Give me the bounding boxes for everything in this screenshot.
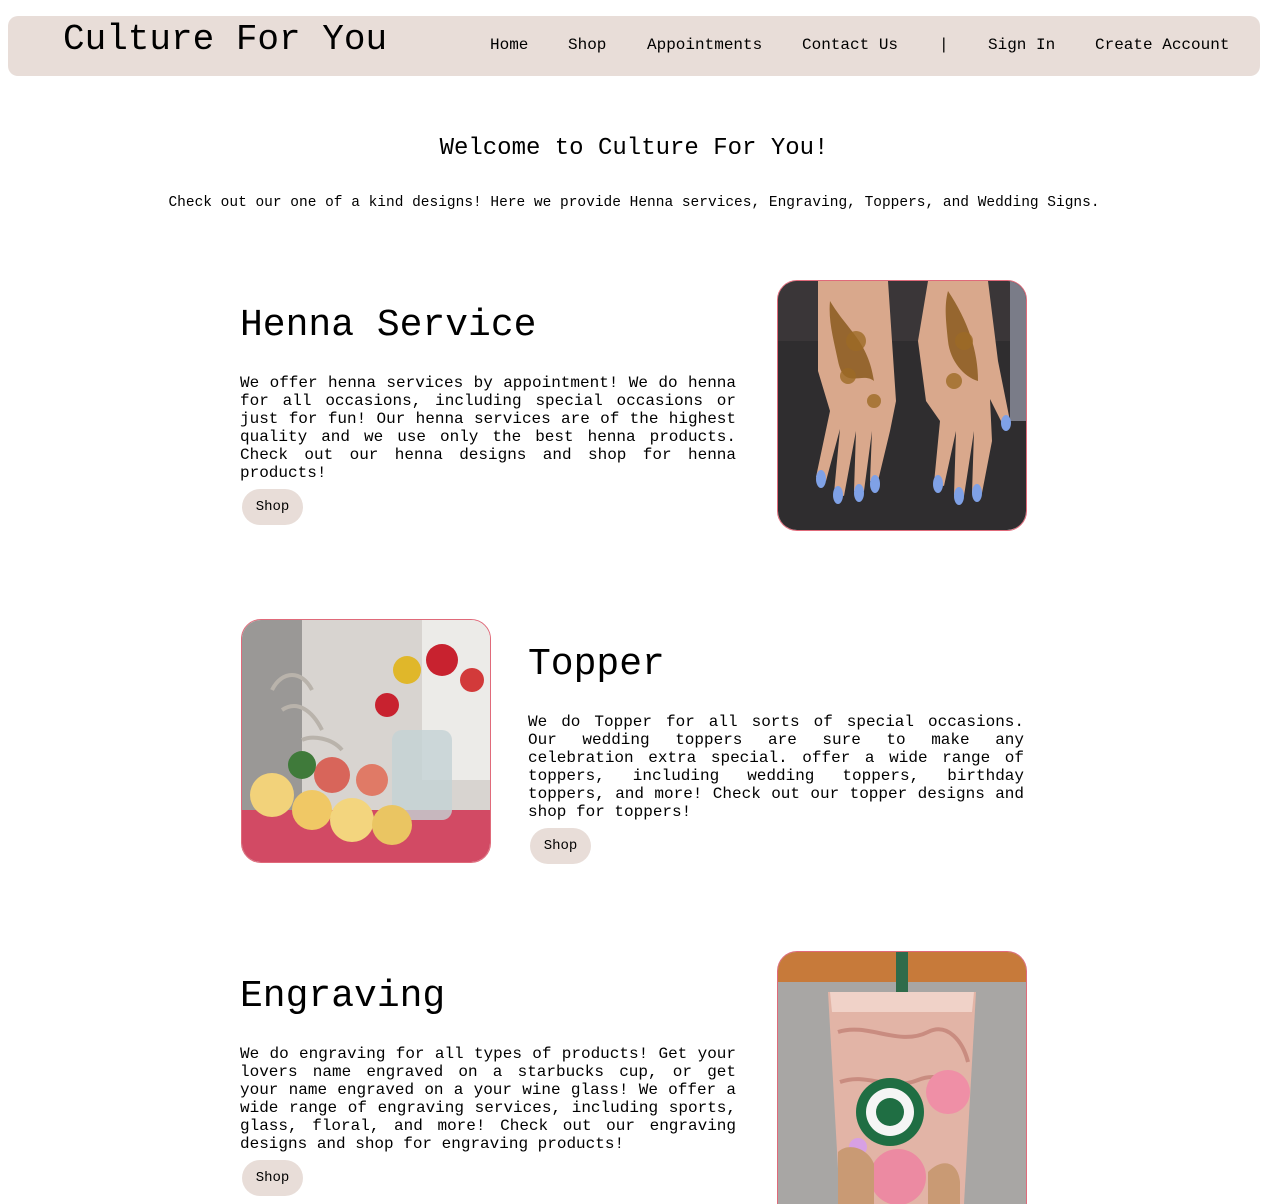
nav-contact-link[interactable]: Contact Us bbox=[802, 35, 898, 55]
nav-divider: | bbox=[939, 36, 949, 54]
topper-cake-image bbox=[241, 619, 491, 863]
brand-logo[interactable]: Culture For You bbox=[63, 20, 387, 60]
nav-sign-in-link[interactable]: Sign In bbox=[988, 35, 1055, 55]
engraving-shop-button[interactable]: Shop bbox=[242, 1160, 303, 1196]
henna-hands-image bbox=[777, 280, 1027, 531]
header-navbar: Culture For You Home Shop Appointments C… bbox=[8, 16, 1260, 76]
engraving-section-title: Engraving bbox=[240, 975, 446, 1018]
nav-appointments-link[interactable]: Appointments bbox=[647, 35, 762, 55]
topper-shop-button[interactable]: Shop bbox=[530, 828, 591, 864]
nav-create-account-link[interactable]: Create Account bbox=[1095, 35, 1229, 55]
engraving-cup-image bbox=[777, 951, 1027, 1204]
topper-section-text: We do Topper for all sorts of special oc… bbox=[528, 713, 1024, 821]
topper-section-title: Topper bbox=[528, 643, 665, 686]
engraving-section-text: We do engraving for all types of product… bbox=[240, 1045, 736, 1153]
henna-shop-button[interactable]: Shop bbox=[242, 489, 303, 525]
nav-home-link[interactable]: Home bbox=[490, 35, 528, 55]
hero-title: Welcome to Culture For You! bbox=[439, 135, 829, 162]
hero-subtitle: Check out our one of a kind designs! Her… bbox=[168, 195, 1100, 211]
henna-section-text: We offer henna services by appointment! … bbox=[240, 374, 736, 482]
henna-section-title: Henna Service bbox=[240, 304, 537, 347]
nav-shop-link[interactable]: Shop bbox=[568, 35, 606, 55]
